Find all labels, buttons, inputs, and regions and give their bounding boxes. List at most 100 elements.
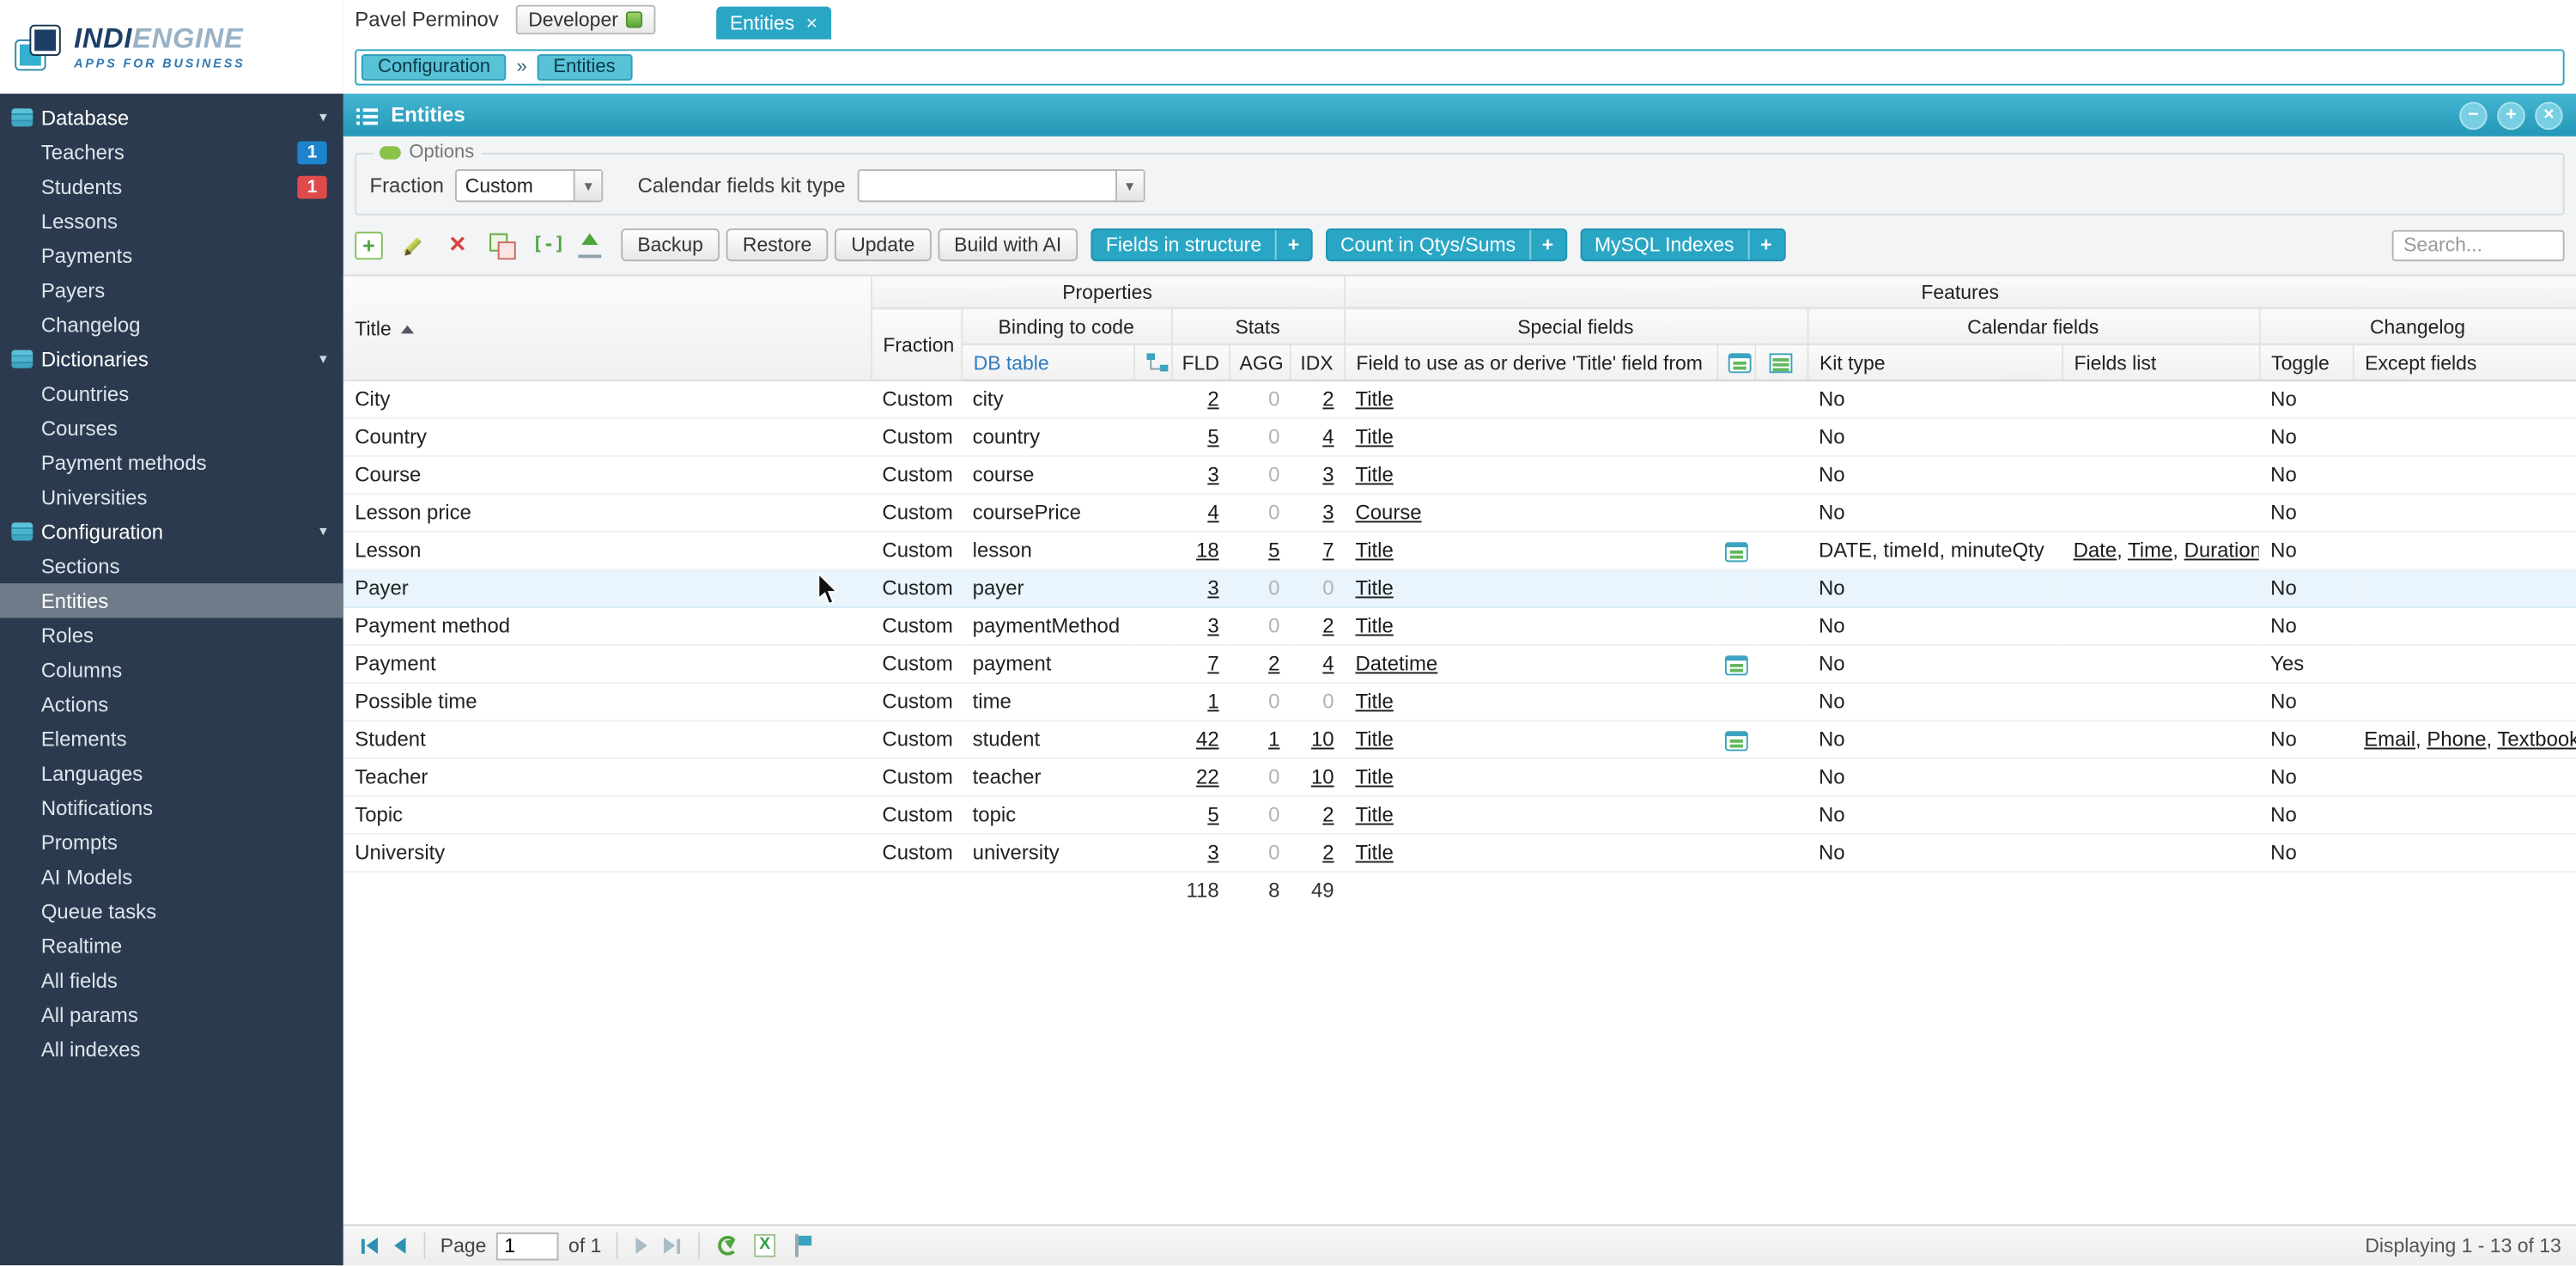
- minimize-button[interactable]: −: [2459, 100, 2488, 130]
- sidebar-item-database[interactable]: Database ▾: [0, 100, 343, 135]
- sidebar-item-configuration[interactable]: Configuration ▾: [0, 514, 343, 549]
- calendar-kit-select[interactable]: ▼: [856, 169, 1145, 203]
- column-header-calendar[interactable]: [1716, 344, 1756, 381]
- link[interactable]: Phone: [2427, 728, 2486, 752]
- delete-icon[interactable]: [444, 229, 472, 259]
- column-header-agg[interactable]: AGG: [1229, 344, 1291, 381]
- sidebar-item-queue-tasks[interactable]: Queue tasks: [0, 894, 343, 928]
- column-header-fields-list[interactable]: Fields list: [2062, 344, 2260, 381]
- link[interactable]: Time: [2128, 539, 2172, 563]
- last-page-button[interactable]: [660, 1229, 683, 1262]
- prev-page-button[interactable]: [391, 1229, 409, 1262]
- table-row[interactable]: Possible time Custom time 1 0 0 Title No No: [343, 682, 2576, 721]
- link[interactable]: Email: [2364, 728, 2415, 752]
- toggle-chip-fields-in-structure[interactable]: Fields in structure +: [1091, 228, 1313, 262]
- link[interactable]: Datetime: [1355, 653, 1437, 676]
- toggle-chip-count-in-qtys-sums[interactable]: Count in Qtys/Sums +: [1325, 228, 1567, 262]
- link[interactable]: Date: [2074, 539, 2117, 563]
- stat-link[interactable]: 1: [1268, 728, 1279, 752]
- stat-link[interactable]: 10: [1311, 766, 1334, 789]
- stat-link[interactable]: 2: [1322, 388, 1334, 411]
- sidebar-item-elements[interactable]: Elements: [0, 721, 343, 756]
- stat-link[interactable]: 1: [1207, 691, 1218, 714]
- sidebar-item-payers[interactable]: Payers: [0, 273, 343, 307]
- table-row[interactable]: Payer Custom payer 3 0 0 Title No No: [343, 569, 2576, 608]
- column-header-fields-table[interactable]: [1754, 344, 1808, 381]
- developer-button[interactable]: Developer: [514, 4, 656, 35]
- edit-icon[interactable]: [399, 231, 428, 259]
- breadcrumb-item-configuration[interactable]: Configuration: [361, 53, 507, 80]
- stat-link[interactable]: 22: [1196, 766, 1219, 789]
- next-page-button[interactable]: [633, 1229, 651, 1262]
- link[interactable]: Title: [1355, 615, 1393, 638]
- column-header-idx[interactable]: IDX: [1289, 344, 1346, 381]
- sidebar-item-universities[interactable]: Universities: [0, 480, 343, 514]
- sidebar-item-realtime[interactable]: Realtime: [0, 928, 343, 963]
- table-row[interactable]: Student Custom student 42 1 10 Title No No Email,…: [343, 720, 2576, 759]
- table-row[interactable]: University Custom university 3 0 2 Title No No: [343, 833, 2576, 873]
- link[interactable]: Title: [1355, 804, 1393, 827]
- stat-link[interactable]: 3: [1207, 577, 1218, 600]
- column-header-kit-type[interactable]: Kit type: [1807, 344, 2063, 381]
- sidebar-item-lessons[interactable]: Lessons: [0, 204, 343, 238]
- excel-export-button[interactable]: [750, 1229, 779, 1262]
- chevron-down-icon[interactable]: ▼: [1115, 170, 1143, 201]
- link[interactable]: Course: [1355, 502, 1421, 525]
- table-row[interactable]: Course Custom course 3 0 3 Title No No: [343, 455, 2576, 495]
- table-row[interactable]: Lesson Custom lesson 18 5 7 Title DATE, timeId,…: [343, 531, 2576, 570]
- link[interactable]: Title: [1355, 691, 1393, 714]
- button-backup[interactable]: Backup: [621, 228, 720, 262]
- stat-link[interactable]: 2: [1322, 842, 1334, 865]
- sidebar-item-sections[interactable]: Sections: [0, 549, 343, 583]
- column-header-fraction[interactable]: Fraction: [871, 307, 963, 381]
- copy-icon[interactable]: [488, 231, 516, 259]
- tab-entities[interactable]: Entities ×: [716, 6, 831, 40]
- link[interactable]: Title: [1355, 842, 1393, 865]
- sidebar-item-languages[interactable]: Languages: [0, 756, 343, 790]
- plus-icon[interactable]: +: [1749, 234, 1783, 257]
- column-header-title[interactable]: Title: [343, 275, 872, 381]
- fraction-select[interactable]: Custom ▼: [455, 169, 604, 203]
- sidebar-item-payments[interactable]: Payments: [0, 238, 343, 272]
- link[interactable]: Title: [1355, 388, 1393, 411]
- link[interactable]: Title: [1355, 464, 1393, 487]
- stat-link[interactable]: 3: [1207, 464, 1218, 487]
- sidebar-item-notifications[interactable]: Notifications: [0, 790, 343, 825]
- table-row[interactable]: Topic Custom topic 5 0 2 Title No No: [343, 795, 2576, 835]
- sidebar-item-payment-methods[interactable]: Payment methods: [0, 445, 343, 479]
- column-header-fld[interactable]: FLD: [1171, 344, 1230, 381]
- stat-link[interactable]: 7: [1322, 539, 1334, 563]
- maximize-button[interactable]: +: [2497, 100, 2525, 130]
- table-row[interactable]: City Custom city 2 0 2 Title No No: [343, 380, 2576, 419]
- sidebar-item-countries[interactable]: Countries: [0, 376, 343, 411]
- stat-link[interactable]: 4: [1207, 502, 1218, 525]
- stat-link[interactable]: 2: [1207, 388, 1218, 411]
- column-header-toggle[interactable]: Toggle: [2258, 344, 2354, 381]
- sidebar-item-prompts[interactable]: Prompts: [0, 825, 343, 859]
- stat-link[interactable]: 5: [1207, 426, 1218, 449]
- link[interactable]: Title: [1355, 539, 1393, 563]
- column-header-hierarchy[interactable]: [1133, 344, 1173, 381]
- stat-link[interactable]: 42: [1196, 728, 1219, 752]
- tab-close-icon[interactable]: ×: [806, 13, 817, 33]
- table-row[interactable]: Payment Custom payment 7 2 4 Datetime No Yes: [343, 644, 2576, 684]
- upload-icon[interactable]: [577, 231, 605, 259]
- stat-link[interactable]: 2: [1268, 653, 1279, 676]
- column-header-except-fields[interactable]: Except fields: [2352, 344, 2576, 381]
- close-button[interactable]: ×: [2535, 100, 2563, 130]
- column-header-title-field[interactable]: Field to use as or derive 'Title' field …: [1344, 344, 1718, 381]
- link[interactable]: Textbooks: [2497, 728, 2576, 752]
- stat-link[interactable]: 10: [1311, 728, 1334, 752]
- table-row[interactable]: Lesson price Custom coursePrice 4 0 3 Course No…: [343, 493, 2576, 533]
- search-input[interactable]: [2391, 228, 2565, 261]
- stat-link[interactable]: 5: [1207, 804, 1218, 827]
- sidebar-item-teachers[interactable]: Teachers 1: [0, 135, 343, 169]
- stat-link[interactable]: 2: [1322, 804, 1334, 827]
- table-row[interactable]: Payment method Custom paymentMethod 3 0 2 Titl…: [343, 606, 2576, 646]
- button-build-with-ai[interactable]: Build with AI: [938, 228, 1078, 262]
- button-update[interactable]: Update: [835, 228, 932, 262]
- sidebar-item-roles[interactable]: Roles: [0, 618, 343, 652]
- link[interactable]: Duration: [2184, 539, 2259, 563]
- table-row[interactable]: Country Custom country 5 0 4 Title No No: [343, 417, 2576, 457]
- first-page-button[interactable]: [358, 1229, 381, 1262]
